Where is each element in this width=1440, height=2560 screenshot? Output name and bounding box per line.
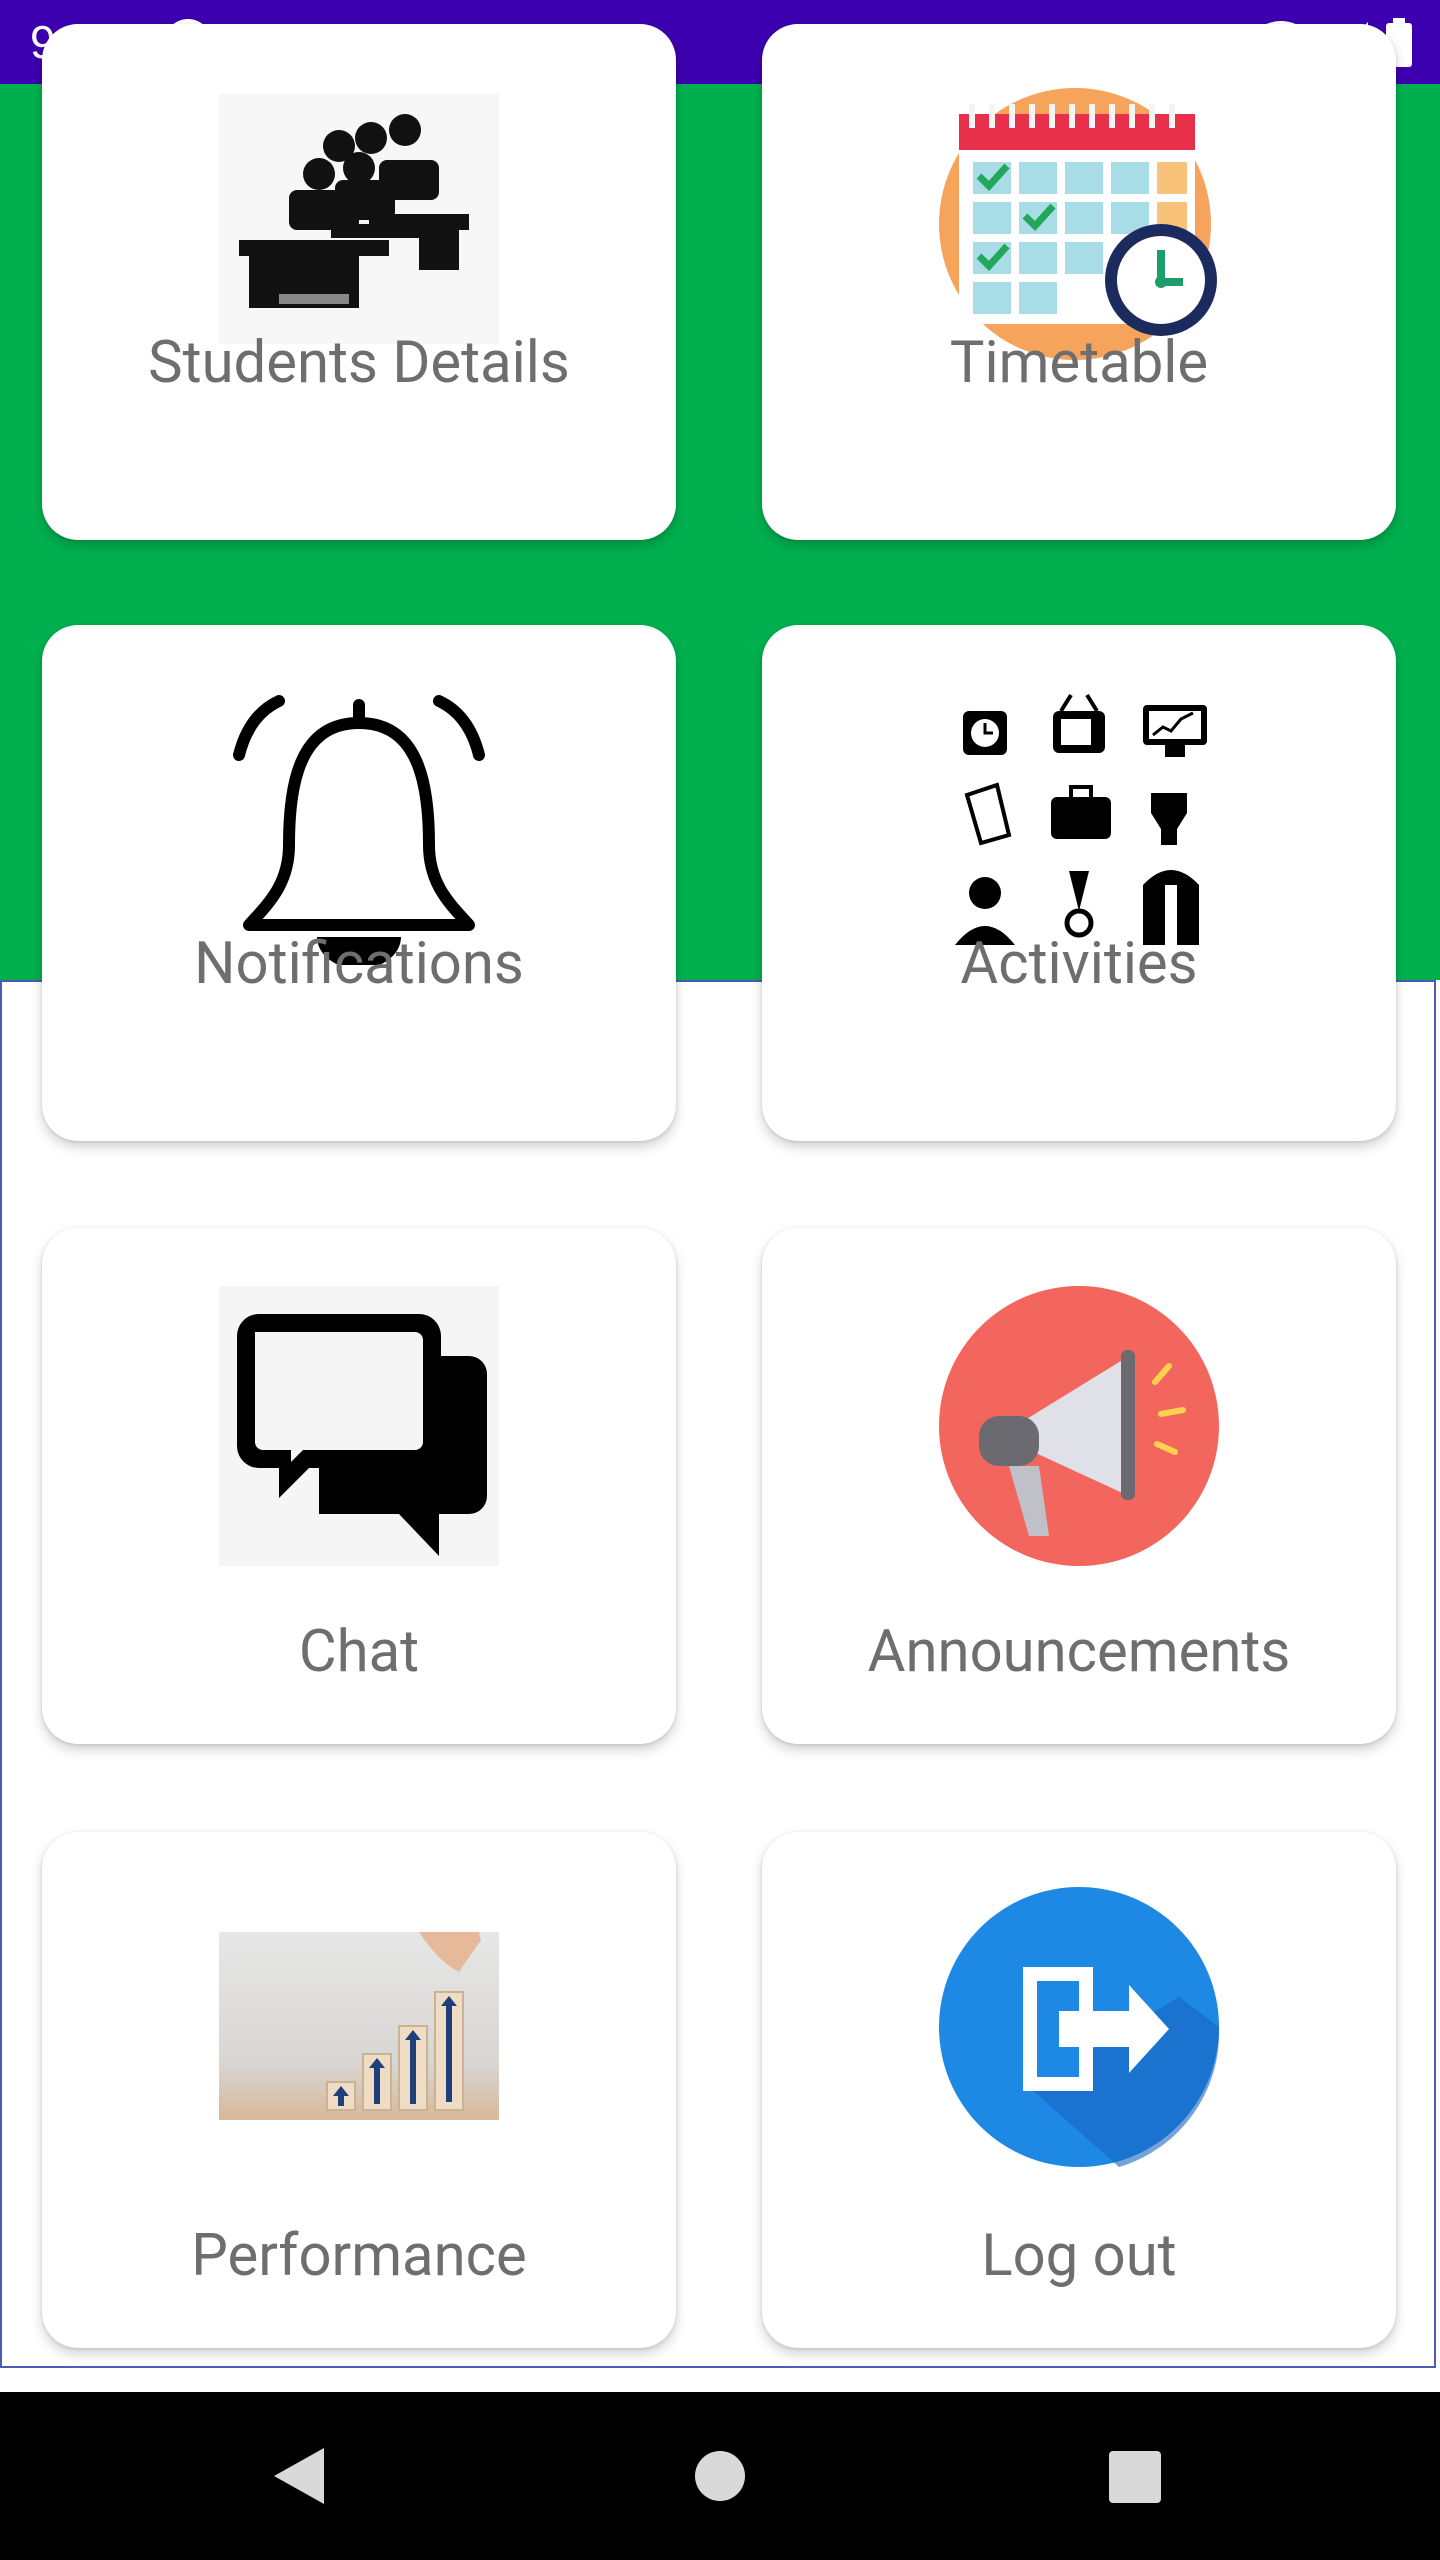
card-label: Chat: [298, 1618, 420, 1686]
calendar-icon: [939, 84, 1219, 364]
home-icon[interactable]: [694, 2450, 746, 2506]
card-label: Announcements: [867, 1618, 1291, 1686]
megaphone-icon: [939, 1286, 1219, 1566]
card-label: Performance: [191, 2222, 527, 2290]
card-label: Activities: [960, 930, 1198, 998]
card-label: Log out: [981, 2222, 1177, 2290]
navigation-bar: [0, 2392, 1440, 2560]
performance-icon: [219, 1932, 499, 2120]
bell-icon: [219, 675, 499, 969]
chat-icon: [219, 1286, 499, 1566]
activities-card[interactable]: Activities: [762, 625, 1396, 1141]
activities-icon: [939, 685, 1219, 965]
announcements-card[interactable]: Announcements: [762, 1228, 1396, 1744]
logout-card[interactable]: Log out: [762, 1832, 1396, 2348]
timetable-card[interactable]: Timetable: [762, 24, 1396, 540]
recents-icon[interactable]: [1108, 2450, 1162, 2508]
back-icon[interactable]: [272, 2446, 326, 2510]
notifications-card[interactable]: Notifications: [42, 625, 676, 1141]
performance-card[interactable]: Performance: [42, 1832, 676, 2348]
chat-card[interactable]: Chat: [42, 1228, 676, 1744]
card-label: Students Details: [148, 329, 570, 397]
card-label: Notifications: [194, 930, 524, 998]
logout-icon: [939, 1887, 1220, 2167]
card-label: Timetable: [949, 329, 1209, 397]
students-details-card[interactable]: Students Details: [42, 24, 676, 540]
